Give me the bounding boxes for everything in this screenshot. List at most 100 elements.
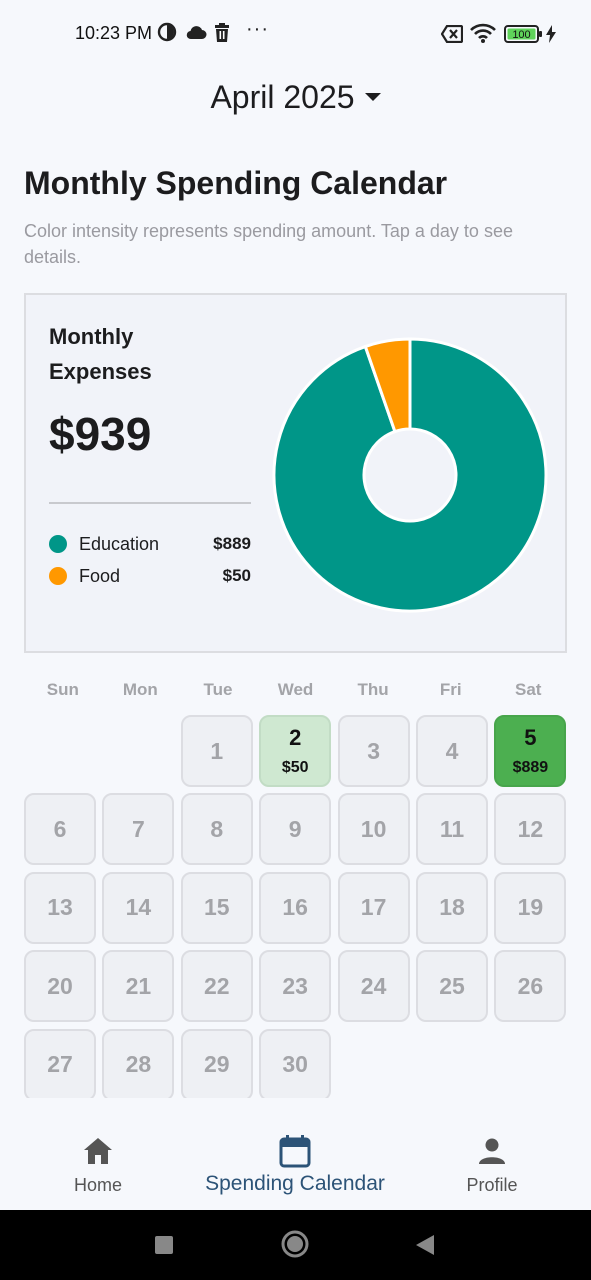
monthly-expenses-card: Monthly Expenses $939 Education $889 Foo…: [24, 293, 567, 653]
day-number: 27: [47, 1051, 73, 1078]
cloud-icon: [185, 24, 207, 45]
weekday-label: Mon: [122, 680, 158, 699]
sync-icon: [157, 22, 177, 47]
legend-value: $50: [222, 566, 251, 585]
calendar-day[interactable]: 19: [494, 871, 567, 944]
bottom-nav: Home Spending Calendar Profile: [0, 1122, 591, 1210]
weekday-header: Sun Mon Tue Wed Thu Fri Sat: [24, 680, 567, 700]
day-number: 12: [517, 815, 544, 842]
day-number: 30: [282, 1051, 308, 1078]
legend-row-food: Food $50: [49, 560, 251, 592]
legend-dot: [49, 567, 67, 585]
legend-dot: [49, 535, 67, 553]
calendar-icon: [279, 1134, 311, 1168]
expense-donut-chart: [272, 337, 548, 613]
weekday-label: Sun: [46, 680, 79, 699]
day-number: 23: [282, 972, 308, 999]
calendar-day[interactable]: 6: [24, 793, 96, 866]
card-title: Monthly Expenses: [49, 324, 152, 384]
weekday-label: Thu: [357, 680, 389, 699]
day-number: 17: [360, 894, 387, 921]
nav-profile[interactable]: Profile: [452, 1122, 532, 1210]
nav-home[interactable]: Home: [58, 1122, 138, 1210]
day-number: 16: [282, 894, 308, 921]
nav-label: Home: [73, 1175, 122, 1195]
day-number: 25: [439, 972, 465, 999]
trash-icon: [213, 23, 231, 48]
day-number: 21: [125, 972, 152, 999]
recents-icon[interactable]: [154, 1235, 174, 1260]
calendar-day[interactable]: 3: [337, 715, 410, 787]
day-number: 22: [204, 972, 230, 999]
calendar-day[interactable]: 14: [102, 871, 175, 944]
weekday-label: Wed: [277, 680, 314, 699]
day-number: 19: [517, 894, 544, 921]
calendar-day[interactable]: 11: [416, 793, 488, 866]
nav-label: Spending Calendar: [205, 1172, 385, 1195]
calendar-grid: 1 2 $50 3 4 5 $889 6 7 8 9 10 11 12 13 14 15 16 17 18 19 20 21…: [24, 715, 567, 1098]
calendar-day[interactable]: 13: [24, 871, 96, 944]
calendar-day[interactable]: 7: [102, 793, 175, 866]
calendar-day[interactable]: 24: [337, 950, 410, 1023]
legend: Education $889 Food $50: [49, 528, 251, 592]
day-number: 6: [53, 815, 67, 842]
battery-icon: 100: [504, 25, 544, 48]
home-circle-icon[interactable]: [281, 1230, 309, 1263]
day-number: 11: [439, 815, 465, 842]
day-number: 13: [47, 894, 73, 921]
calendar-day[interactable]: 4: [416, 715, 488, 787]
calendar-day[interactable]: 16: [259, 871, 332, 944]
calendar-day[interactable]: 10: [337, 793, 410, 866]
day-number: 15: [204, 894, 230, 921]
status-time: 10:23 PM: [75, 23, 153, 43]
month-picker[interactable]: April 2025: [0, 74, 591, 120]
charging-icon: [546, 25, 556, 48]
calendar-day[interactable]: 29: [180, 1028, 253, 1098]
sim-off-icon: [440, 24, 464, 48]
weekday-label: Fri: [439, 680, 462, 699]
calendar-day[interactable]: 17: [337, 871, 410, 944]
weekday-label: Sat: [515, 680, 542, 699]
calendar-day[interactable]: 1: [180, 715, 253, 787]
day-number: 5: [524, 725, 537, 750]
calendar-day[interactable]: 23: [259, 950, 332, 1023]
day-number: 29: [204, 1051, 230, 1078]
calendar-day[interactable]: 26: [494, 950, 567, 1023]
weekday-label: Tue: [203, 680, 233, 699]
calendar-day[interactable]: 2 $50: [259, 715, 332, 787]
day-amount: $889: [512, 759, 549, 776]
calendar-day[interactable]: 20: [24, 950, 96, 1023]
day-number: 26: [517, 972, 544, 999]
day-number: 4: [445, 737, 459, 764]
system-nav-bar: [0, 1210, 591, 1280]
day-number: 1: [210, 737, 224, 764]
status-bar: 10:23 PM ··· 100: [0, 0, 591, 68]
calendar-day[interactable]: 30: [259, 1028, 332, 1098]
screen: 10:23 PM ··· 100 April 2025 Monthly Spen…: [0, 0, 591, 1280]
nav-spending-calendar[interactable]: Spending Calendar: [195, 1122, 395, 1210]
page-title: Monthly Spending Calendar: [24, 165, 448, 201]
calendar-day[interactable]: 25: [416, 950, 488, 1023]
calendar-day[interactable]: 27: [24, 1028, 96, 1098]
legend-label: Food: [79, 565, 121, 586]
calendar-day[interactable]: 15: [180, 871, 253, 944]
calendar-day[interactable]: 21: [102, 950, 175, 1023]
day-number: 2: [289, 725, 302, 750]
calendar-day[interactable]: 18: [416, 871, 488, 944]
calendar-day[interactable]: 12: [494, 793, 567, 866]
calendar-day[interactable]: 22: [180, 950, 253, 1023]
day-number: 3: [367, 737, 380, 764]
calendar-day[interactable]: 8: [180, 793, 253, 866]
back-icon[interactable]: [414, 1233, 436, 1262]
day-number: 20: [47, 972, 73, 999]
day-number: 28: [125, 1051, 152, 1078]
calendar-day[interactable]: 5 $889: [494, 715, 567, 787]
day-number: 8: [210, 815, 224, 842]
nav-label: Profile: [466, 1175, 518, 1195]
day-number: 9: [288, 815, 302, 842]
calendar-day[interactable]: 9: [259, 793, 332, 866]
total-amount: $939: [49, 408, 152, 460]
day-number: 24: [360, 972, 387, 999]
page-subtitle: Color intensity represents spending amou…: [24, 221, 513, 267]
calendar-day[interactable]: 28: [102, 1028, 175, 1098]
